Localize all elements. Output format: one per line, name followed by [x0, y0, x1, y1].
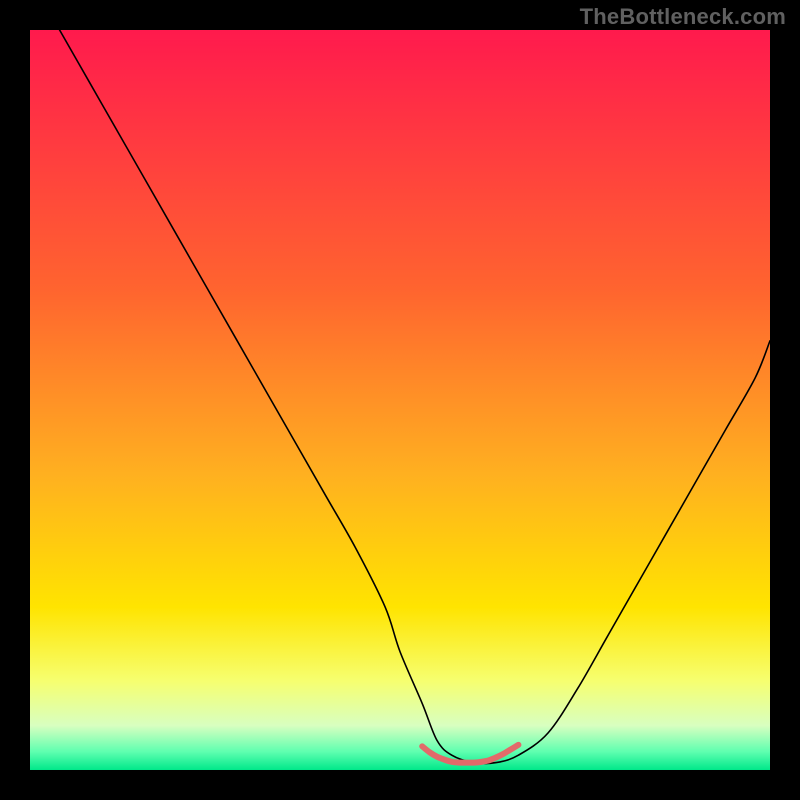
series-bottleneck-curve: [60, 30, 770, 764]
plot-area: [30, 30, 770, 770]
curve-layer: [30, 30, 770, 770]
watermark-label: TheBottleneck.com: [580, 4, 786, 30]
series-valley-marker: [422, 745, 518, 763]
chart-frame: TheBottleneck.com: [0, 0, 800, 800]
